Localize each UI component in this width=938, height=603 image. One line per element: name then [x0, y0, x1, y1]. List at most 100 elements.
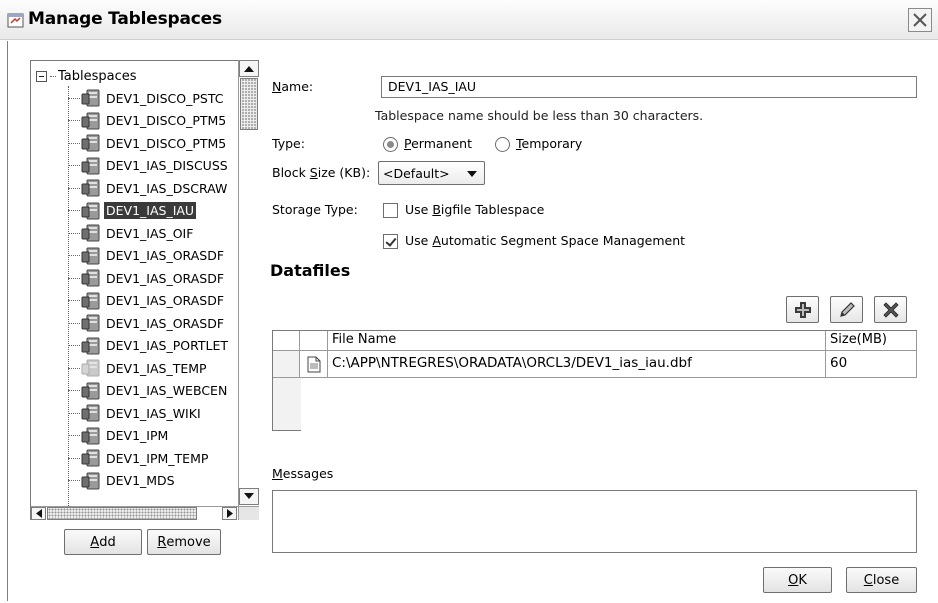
tablespace-icon [81, 202, 101, 220]
tree-item-label: DEV1_IAS_ORASDF [106, 248, 225, 264]
tree-connector [68, 390, 80, 392]
tree-item[interactable]: DEV1_IAS_WIKI [68, 402, 258, 425]
tree-item[interactable]: DEV1_IAS_WEBCEN [68, 380, 258, 403]
scroll-right-arrow[interactable] [222, 507, 237, 520]
tree-item[interactable]: DEV1_IAS_TEMP [68, 357, 258, 380]
scroll-left-arrow[interactable] [31, 507, 46, 520]
tablespace-icon [81, 404, 100, 422]
tree-item[interactable]: DEV1_IAS_ORASDF [68, 245, 258, 268]
datafiles-table[interactable]: File Name Size(MB) C:\APP\NTREGRES\ORADA… [272, 330, 917, 431]
collapse-icon[interactable] [36, 70, 47, 82]
remove-label: emove [166, 534, 211, 550]
app-icon [7, 11, 25, 29]
tree-item-label: DEV1_IAS_WIKI [106, 405, 201, 421]
scroll-down-arrow[interactable] [239, 488, 259, 505]
tablespace-icon [81, 382, 101, 400]
permanent-radio[interactable] [383, 137, 398, 152]
tablespace-icon [81, 157, 101, 175]
tree-vertical-scrollbar[interactable] [238, 60, 259, 506]
edit-datafile-button[interactable] [830, 296, 863, 323]
column-header-blank [273, 331, 300, 351]
tree-connector [68, 97, 80, 99]
tree-item-label: DEV1_IAS_DISCUSS [106, 158, 228, 174]
assm-checkbox[interactable] [383, 234, 398, 249]
tree-item[interactable]: DEV1_IAS_IAU [68, 200, 258, 223]
tree-item[interactable]: DEV1_DISCO_PTM5 [68, 132, 258, 155]
delete-datafile-button[interactable] [874, 296, 907, 323]
tree-item[interactable]: DEV1_MDS [68, 470, 258, 493]
tree-item[interactable]: DEV1_IAS_PORTLET [68, 335, 258, 358]
tree-item[interactable]: DEV1_IPM_TEMP [68, 447, 258, 470]
tree-item-label: DEV1_IPM_TEMP [106, 450, 209, 466]
scroll-thumb[interactable] [240, 78, 258, 130]
scroll-up-arrow[interactable] [239, 60, 259, 77]
temporary-radio[interactable] [495, 137, 510, 152]
ok-button[interactable]: OK [763, 567, 832, 593]
tree-connector [68, 345, 80, 347]
tablespace-icon [81, 427, 100, 445]
remove-button[interactable]: Remove [147, 529, 221, 555]
tree-horizontal-scrollbar[interactable] [31, 506, 238, 520]
tree-connector [68, 412, 80, 414]
tablespace-tree[interactable]: Tablespaces DEV1_DISCO_PSTC DEV1_DISCO_P… [30, 60, 259, 520]
pencil-icon [839, 301, 855, 317]
table-cell-size[interactable]: 60 [826, 351, 917, 378]
tree-item[interactable]: DEV1_DISCO_PTM5 [68, 110, 258, 133]
tree-item[interactable]: DEV1_IAS_ORASDF [68, 312, 258, 335]
tablespace-icon [81, 247, 100, 265]
tree-item-label: DEV1_IPM [106, 428, 169, 444]
column-header-size[interactable]: Size(MB) [826, 331, 917, 351]
table-row-icon-cell [300, 351, 328, 378]
close-button[interactable]: Close [846, 567, 917, 593]
tree-item[interactable]: DEV1_IAS_OIF [68, 222, 258, 245]
messages-label: Messages [272, 466, 334, 481]
tree-item-label: DEV1_IAS_OIF [106, 225, 194, 241]
block-size-value: <Default> [383, 165, 450, 181]
tree-item[interactable]: DEV1_IAS_ORASDF [68, 267, 258, 290]
tree-item-label: DEV1_IAS_WEBCEN [106, 383, 228, 399]
tablespace-icon [81, 224, 101, 242]
tree-item[interactable]: DEV1_IAS_ORASDF [68, 290, 258, 313]
tablespace-icon [81, 449, 101, 467]
tree-item-label: DEV1_MDS [106, 473, 175, 489]
ok-mnemonic: O [788, 572, 799, 588]
close-label: lose [872, 572, 900, 588]
bigfile-checkbox[interactable] [383, 203, 398, 218]
tree-item[interactable]: DEV1_IPM [68, 425, 258, 448]
hscroll-thumb[interactable] [47, 507, 197, 520]
close-window-button[interactable] [908, 8, 932, 32]
tree-item-label: DEV1_IAS_ORASDF [106, 315, 225, 331]
tree-item-label: DEV1_DISCO_PSTC [106, 90, 224, 106]
messages-box[interactable] [272, 490, 917, 553]
column-header-filename[interactable]: File Name [328, 331, 826, 351]
add-mnemonic: A [90, 534, 100, 550]
tree-item-label: DEV1_DISCO_PTM5 [106, 113, 227, 129]
tablespace-name-input[interactable]: DEV1_IAS_IAU [381, 76, 917, 98]
tree-item-label: DEV1_IAS_ORASDF [106, 270, 225, 286]
table-cell-filename[interactable]: C:\APP\NTREGRES\ORADATA\ORCL3/DEV1_ias_i… [328, 351, 826, 378]
tablespace-icon [81, 449, 100, 467]
close-mnemonic: C [863, 572, 873, 588]
tree-item[interactable]: DEV1_IAS_DSCRAW [68, 177, 258, 200]
tablespace-icon [81, 112, 101, 130]
left-arrow-icon [35, 509, 42, 518]
down-arrow-icon [244, 493, 254, 499]
tablespace-icon [81, 427, 101, 445]
row-header[interactable] [273, 351, 300, 378]
window-title: Manage Tablespaces [28, 9, 222, 29]
assm-label[interactable]: Use Automatic Segment Space Management [405, 233, 685, 248]
tablespace-icon [81, 314, 100, 332]
tree-connector [68, 322, 80, 324]
permanent-label[interactable]: Permanent [404, 136, 472, 151]
add-datafile-button[interactable] [786, 296, 819, 323]
block-size-label: Block Size (KB): [272, 165, 371, 180]
block-size-select[interactable]: <Default> [378, 161, 485, 185]
tree-item[interactable]: DEV1_DISCO_PSTC [68, 87, 258, 110]
tree-item[interactable]: DEV1_IAS_DISCUSS [68, 155, 258, 178]
add-button[interactable]: Add [64, 529, 142, 555]
tree-connector [68, 120, 80, 122]
bigfile-label[interactable]: Use Bigfile Tablespace [405, 202, 544, 217]
tree-root[interactable]: Tablespaces [36, 66, 137, 86]
temporary-label[interactable]: Temporary [516, 136, 582, 151]
column-header-icon [300, 331, 328, 351]
